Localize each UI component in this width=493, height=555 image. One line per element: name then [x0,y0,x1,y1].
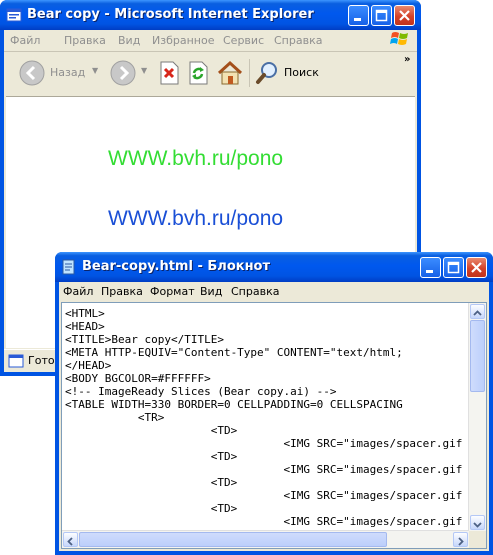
vertical-scroll-thumb[interactable] [470,320,485,392]
notepad-line: <!-- ImageReady Slices (Bear copy.ai) --… [65,385,337,398]
page-link-blue[interactable]: WWW.bvh.ru/pono [108,207,283,231]
maximize-icon [447,261,460,274]
menu-file[interactable]: Файл [10,34,40,47]
notepad-line: <IMG SRC="images/spacer.gif [283,489,463,502]
notepad-titlebar[interactable]: Bear-copy.html - Блокнот [55,252,493,282]
notepad-text-area[interactable]: <HTML> <HEAD> <TITLE>Bear copy</TITLE> <… [61,302,487,549]
notepad-line: <TITLE>Bear copy</TITLE> [65,333,224,346]
arrow-down-icon [473,522,482,528]
menu-tools[interactable]: Сервис [223,34,264,47]
page-status-icon [8,354,24,368]
notepad-line: <IMG SRC="images/spacer.gif [283,463,463,476]
maximize-icon [375,9,388,22]
notepad-line: </HEAD> [65,359,112,372]
scroll-down-button[interactable] [470,515,485,530]
notepad-close-button[interactable] [466,257,487,278]
ie-menubar: Файл Правка Вид Избранное Сервис Справка [4,31,417,50]
notepad-line: <IMG SRC="images/spacer.gif [283,515,463,528]
back-dropdown-icon[interactable]: ▼ [92,66,98,75]
menu-edit[interactable]: Правка [64,34,106,47]
np-menu-file[interactable]: Файл [63,285,93,298]
minimize-icon [354,18,361,21]
back-button-label[interactable]: Назад [50,66,85,79]
arrow-up-icon [473,310,482,316]
toolbar-separator [249,59,250,87]
notepad-line: <TD> [210,476,238,489]
notepad-line: <HTML> [65,307,105,320]
close-icon [471,262,482,273]
forward-icon[interactable] [110,60,136,86]
page-link-green[interactable]: WWW.bvh.ru/pono [108,147,283,171]
stop-icon[interactable] [158,61,180,85]
close-icon [399,10,410,21]
menubar-divider [4,51,417,52]
refresh-icon[interactable] [187,61,209,85]
ie-icon [6,8,22,22]
scroll-up-button[interactable] [470,304,485,319]
notepad-line: <TABLE WIDTH=330 BORDER=0 CELLPADDING=0 … [65,398,403,411]
minimize-icon [426,270,433,273]
notepad-line: <TR> [137,411,165,424]
scroll-left-button[interactable] [63,532,78,547]
notepad-line: <IMG SRC="images/spacer.gif [283,437,463,450]
scrollbar-corner [469,531,486,548]
ie-title: Bear copy - Microsoft Internet Explorer [27,7,314,22]
horizontal-scrollbar[interactable] [62,530,469,548]
toolbar-chevron-icon[interactable]: » [404,54,410,65]
notepad-line: <TD> [210,424,238,437]
vertical-scrollbar[interactable] [468,303,486,531]
maximize-button[interactable] [371,5,392,26]
np-menu-edit[interactable]: Правка [101,285,143,298]
notepad-maximize-button[interactable] [443,257,464,278]
menu-view[interactable]: Вид [118,34,140,47]
search-button-label[interactable]: Поиск [284,66,319,79]
minimize-button[interactable] [348,5,369,26]
arrow-left-icon [67,537,73,546]
notepad-line: <TD> [210,450,238,463]
notepad-minimize-button[interactable] [420,257,441,278]
notepad-title: Bear-copy.html - Блокнот [82,259,271,274]
np-menu-view[interactable]: Вид [200,285,222,298]
notepad-line: <META HTTP-EQUIV="Content-Type" CONTENT=… [65,346,403,359]
notepad-line: <HEAD> [65,320,105,333]
menu-help[interactable]: Справка [274,34,322,47]
notepad-window: Bear-copy.html - Блокнот Файл Правка Фор… [55,252,493,555]
notepad-line: <BODY BGCOLOR=#FFFFFF> [65,372,211,385]
forward-dropdown-icon[interactable]: ▼ [141,66,147,75]
close-button[interactable] [394,5,415,26]
horizontal-scroll-thumb[interactable] [79,532,387,547]
menu-favorites[interactable]: Избранное [152,34,214,47]
notepad-menubar: Файл Правка Формат Вид Справка [59,282,489,301]
search-icon[interactable] [255,60,281,86]
ie-toolbar: Назад ▼ ▼ Поиск » [4,53,417,95]
np-menu-format[interactable]: Формат [150,285,195,298]
notepad-line: <TD> [210,502,238,515]
notepad-text: <HTML> <HEAD> <TITLE>Bear copy</TITLE> <… [65,307,462,528]
back-icon[interactable] [19,60,45,86]
np-menu-help[interactable]: Справка [231,285,279,298]
windows-logo-icon [390,32,408,45]
notepad-icon [62,259,75,275]
notepad-client: Файл Правка Формат Вид Справка <HTML> <H… [59,282,489,551]
arrow-right-icon [458,537,464,546]
scroll-right-button[interactable] [453,532,468,547]
ie-titlebar[interactable]: Bear copy - Microsoft Internet Explorer [0,0,421,30]
home-icon[interactable] [216,59,244,87]
